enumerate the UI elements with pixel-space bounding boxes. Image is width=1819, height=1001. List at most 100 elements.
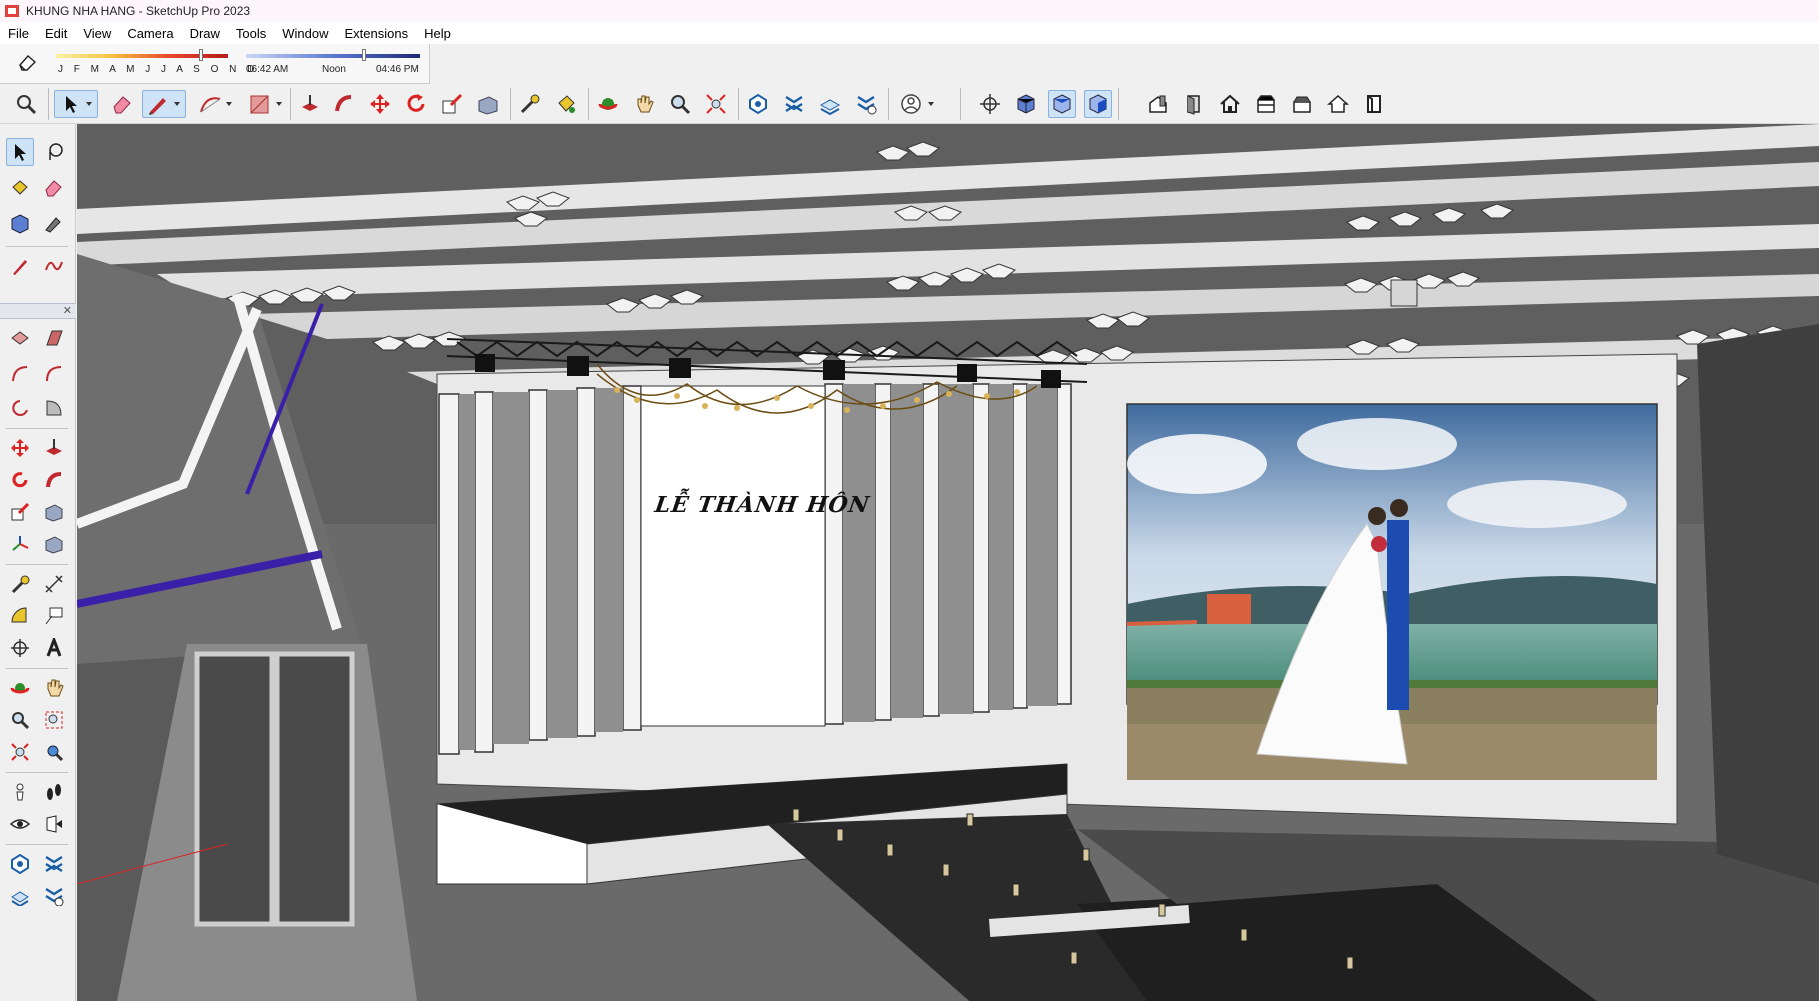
arc-tool-icon[interactable]: [6, 360, 34, 388]
front-view-icon[interactable]: [1084, 90, 1112, 118]
protractor-tool-icon[interactable]: [6, 602, 34, 630]
line-tool-icon[interactable]: [6, 252, 34, 280]
layout-tool-icon[interactable]: [6, 882, 34, 910]
arc-icon[interactable]: [194, 90, 238, 118]
pencil-icon[interactable]: [142, 90, 186, 118]
pan-tool-icon[interactable]: [40, 674, 68, 702]
push-pull-tool-icon[interactable]: [40, 434, 68, 462]
menu-camera[interactable]: Camera: [127, 26, 173, 41]
eraser-tool-icon[interactable]: [40, 174, 68, 202]
text-tool-icon[interactable]: [40, 602, 68, 630]
iso-view-icon[interactable]: [1012, 90, 1040, 118]
follow-me-tool-icon[interactable]: [40, 466, 68, 494]
zoom-extents-tool-icon[interactable]: [6, 738, 34, 766]
house-icon[interactable]: [1216, 90, 1244, 118]
two-point-arc-tool-icon[interactable]: [40, 360, 68, 388]
position-camera-tool-icon[interactable]: [6, 778, 34, 806]
menu-help[interactable]: Help: [424, 26, 451, 41]
month-slider[interactable]: [56, 49, 228, 61]
account-icon[interactable]: [896, 90, 940, 118]
time-end-label: 04:46 PM: [376, 64, 419, 75]
section-plane-icon[interactable]: [1144, 90, 1172, 118]
rectangle-icon[interactable]: [244, 90, 288, 118]
bottom-view-icon[interactable]: [1324, 90, 1352, 118]
zoom-extents-icon[interactable]: [702, 90, 730, 118]
offset-icon[interactable]: [474, 90, 502, 118]
tape-measure-icon[interactable]: [516, 90, 544, 118]
select-icon[interactable]: [54, 90, 98, 118]
shadows-toggle-icon[interactable]: [16, 52, 38, 72]
axes-position-icon[interactable]: [6, 634, 34, 662]
section-cut-icon[interactable]: [1360, 90, 1388, 118]
scale-icon[interactable]: [438, 90, 466, 118]
walk-tool-icon[interactable]: [40, 778, 68, 806]
zoom-window-tool-icon[interactable]: [40, 706, 68, 734]
pie-tool-icon[interactable]: [40, 394, 68, 422]
menu-extensions[interactable]: Extensions: [345, 26, 409, 41]
3d-text-tool-icon[interactable]: [40, 634, 68, 662]
zoom-window-icon[interactable]: [666, 90, 694, 118]
back-view-icon[interactable]: [1252, 90, 1280, 118]
zoom-icon[interactable]: [12, 90, 40, 118]
push-pull-icon[interactable]: [296, 90, 324, 118]
menu-tools[interactable]: Tools: [236, 26, 266, 41]
eraser-icon[interactable]: [108, 90, 136, 118]
scale-tool-icon[interactable]: [6, 498, 34, 526]
restaurant-3d-model: [77, 124, 1819, 1001]
time-slider[interactable]: [246, 49, 420, 61]
sketchup-logo-icon: [5, 5, 19, 17]
menu-file[interactable]: File: [8, 26, 29, 41]
dimension-tool-icon[interactable]: [40, 570, 68, 598]
orbit-tool-icon[interactable]: [6, 674, 34, 702]
offset-tool-icon[interactable]: [40, 498, 68, 526]
time-slider-thumb[interactable]: [361, 49, 366, 61]
pan-icon[interactable]: [630, 90, 658, 118]
rotate-icon[interactable]: [402, 90, 430, 118]
main-toolbar: [0, 84, 1819, 124]
menu-draw[interactable]: Draw: [190, 26, 220, 41]
lasso-tool-icon[interactable]: [40, 138, 68, 166]
menu-edit[interactable]: Edit: [45, 26, 67, 41]
layout-icon[interactable]: [816, 90, 844, 118]
time-start-label: 06:42 AM: [246, 64, 289, 75]
menu-view[interactable]: View: [83, 26, 111, 41]
tag-tool-icon[interactable]: [40, 210, 68, 238]
zoom-tool-icon[interactable]: [6, 706, 34, 734]
top-view-icon[interactable]: [1048, 90, 1076, 118]
paint-bucket-icon[interactable]: [552, 90, 580, 118]
section-plane-tool-icon[interactable]: [40, 810, 68, 838]
warehouse-tool-icon[interactable]: [6, 850, 34, 878]
extension-warehouse-icon[interactable]: [780, 90, 808, 118]
large-tool-set: ✕: [0, 124, 76, 1001]
rotated-rectangle-tool-icon[interactable]: [40, 324, 68, 352]
look-around-tool-icon[interactable]: [6, 810, 34, 838]
move-icon[interactable]: [366, 90, 394, 118]
warehouse-icon[interactable]: [744, 90, 772, 118]
position-camera-icon[interactable]: [976, 90, 1004, 118]
paint-tool-icon[interactable]: [6, 174, 34, 202]
extension-manager-tool-icon[interactable]: [40, 882, 68, 910]
freehand-tool-icon[interactable]: [40, 252, 68, 280]
extension-manager-icon[interactable]: [852, 90, 880, 118]
component-tool-icon[interactable]: [6, 210, 34, 238]
three-point-arc-tool-icon[interactable]: [6, 394, 34, 422]
3d-viewport[interactable]: LỄ THÀNH HÔN: [77, 124, 1819, 1001]
orbit-icon[interactable]: [594, 90, 622, 118]
follow-me-icon[interactable]: [330, 90, 358, 118]
month-slider-thumb[interactable]: [198, 49, 203, 61]
extension-warehouse-tool-icon[interactable]: [40, 850, 68, 878]
rotate-tool-icon[interactable]: [6, 466, 34, 494]
rectangle-tool-icon[interactable]: [6, 324, 34, 352]
move-tool-icon[interactable]: [6, 434, 34, 462]
shadows-toolbar: J F M A M J J A S O N D 06:42 AM Noon 04…: [0, 44, 430, 84]
outer-shell-tool-icon[interactable]: [40, 530, 68, 558]
axes-tool-icon[interactable]: [6, 530, 34, 558]
stage-sign-text: LỄ THÀNH HÔN: [653, 492, 872, 518]
previous-view-icon[interactable]: [40, 738, 68, 766]
right-view-icon[interactable]: [1180, 90, 1208, 118]
menu-window[interactable]: Window: [282, 26, 328, 41]
close-icon[interactable]: ✕: [63, 304, 72, 317]
tape-tool-icon[interactable]: [6, 570, 34, 598]
select-tool-icon[interactable]: [6, 138, 34, 166]
left-view-icon[interactable]: [1288, 90, 1316, 118]
